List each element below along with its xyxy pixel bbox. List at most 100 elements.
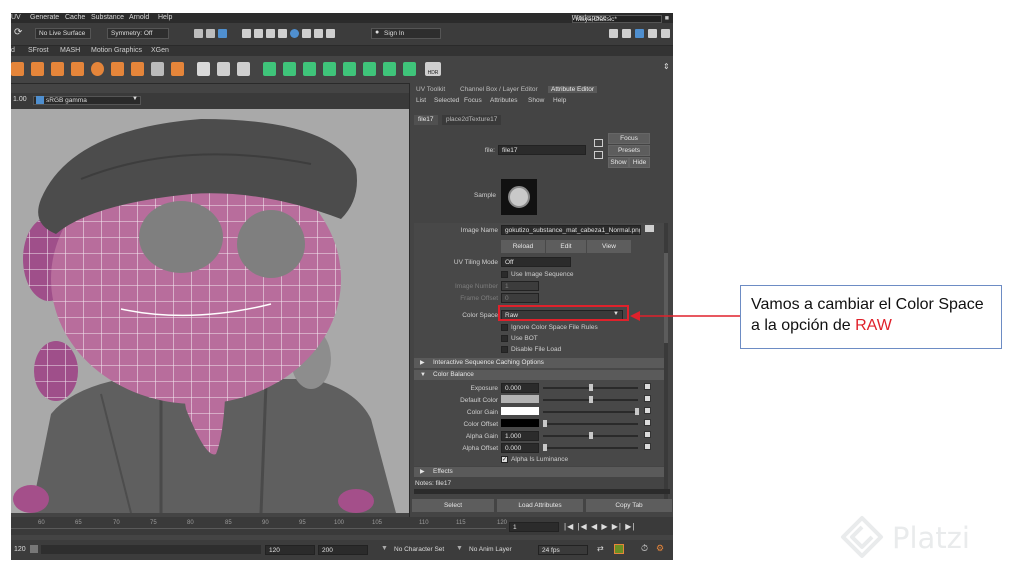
ae-menu-help[interactable]: Help bbox=[553, 97, 566, 104]
anim-end-field[interactable]: 200 bbox=[318, 545, 368, 555]
menu-uv[interactable]: UV bbox=[11, 14, 21, 21]
alpha-offset-field[interactable]: 0.000 bbox=[501, 443, 539, 453]
tab-channel-box[interactable]: Channel Box / Layer Editor bbox=[460, 86, 538, 93]
color-offset-slider[interactable] bbox=[543, 423, 638, 425]
default-color-swatch[interactable] bbox=[501, 395, 539, 403]
exposure-slider-handle[interactable] bbox=[589, 384, 593, 391]
ae-scrollbar-thumb[interactable] bbox=[664, 253, 668, 343]
chevron-down-icon[interactable]: ▼ bbox=[132, 96, 138, 102]
alpha-gain-field[interactable]: 1.000 bbox=[501, 431, 539, 441]
go-to-end-icon[interactable]: ▶| bbox=[625, 522, 635, 531]
shelf-tab-mash[interactable]: MASH bbox=[60, 47, 80, 54]
load-attributes-button[interactable]: Load Attributes bbox=[497, 499, 583, 512]
menu-generate[interactable]: Generate bbox=[30, 14, 59, 21]
ae-menu-attributes[interactable]: Attributes bbox=[490, 97, 517, 104]
shelf-scroll-icon[interactable]: ⇕ bbox=[663, 62, 670, 71]
xgen-density-icon[interactable] bbox=[363, 62, 376, 76]
reload-button[interactable]: Reload bbox=[501, 240, 545, 253]
current-frame-field[interactable]: 1 bbox=[509, 522, 559, 532]
color-offset-slider-handle[interactable] bbox=[543, 420, 547, 427]
alpha-is-luminance-checkbox[interactable]: ✓ bbox=[501, 456, 508, 463]
auto-key-icon[interactable] bbox=[614, 544, 624, 554]
exposure-field[interactable]: 0.000 bbox=[501, 383, 539, 393]
attribute-editor-icon[interactable] bbox=[635, 29, 644, 38]
ae-menu-show[interactable]: Show bbox=[528, 97, 544, 104]
use-image-sequence-checkbox[interactable] bbox=[501, 271, 508, 278]
snap-grid-icon[interactable] bbox=[194, 29, 203, 38]
color-gain-slider-handle[interactable] bbox=[635, 408, 639, 415]
section-caching-options[interactable]: ▶ Interactive Sequence Caching Options bbox=[414, 358, 664, 368]
play-forward-icon[interactable]: ▶ bbox=[601, 522, 608, 531]
render-settings-icon[interactable] bbox=[266, 29, 275, 38]
shelf-tab-motion-graphics[interactable]: Motion Graphics bbox=[91, 47, 142, 54]
time-slider[interactable]: 60 65 70 75 80 85 90 95 100 105 110 115 … bbox=[11, 517, 673, 535]
default-color-slider-handle[interactable] bbox=[589, 396, 593, 403]
character-set-dropdown[interactable]: No Character Set bbox=[394, 546, 444, 553]
xgen-preview-icon[interactable] bbox=[403, 62, 416, 76]
repro-icon[interactable] bbox=[91, 62, 104, 76]
color-offset-map-button[interactable] bbox=[644, 419, 651, 426]
pause-icon[interactable] bbox=[314, 29, 323, 38]
tool-settings-icon[interactable] bbox=[648, 29, 657, 38]
ae-scrollbar[interactable] bbox=[664, 223, 668, 503]
tab-file17[interactable]: file17 bbox=[414, 115, 438, 125]
viewport-exposure[interactable]: 1.00 bbox=[13, 96, 27, 103]
alpha-gain-map-button[interactable] bbox=[644, 431, 651, 438]
lock-icon[interactable]: ■ bbox=[665, 15, 669, 22]
menu-arnold[interactable]: Arnold bbox=[129, 14, 149, 21]
network-icon[interactable] bbox=[71, 62, 84, 76]
hdr-render-icon[interactable]: HDR bbox=[425, 62, 441, 76]
loop-icon[interactable]: ⇄ bbox=[597, 544, 604, 553]
exposure-map-button[interactable] bbox=[644, 383, 651, 390]
modeling-toolkit-icon[interactable] bbox=[609, 29, 618, 38]
playback-speed-icon[interactable]: ⏱ bbox=[641, 543, 648, 554]
output-connection-icon[interactable] bbox=[594, 151, 603, 159]
ignore-rules-checkbox[interactable] bbox=[501, 324, 508, 331]
playback-controls[interactable]: |◀ |◀ ◀ ▶ ▶| ▶| bbox=[564, 522, 635, 531]
preferences-icon[interactable]: ⚙ bbox=[656, 543, 664, 554]
range-start-field[interactable]: 120 bbox=[14, 546, 26, 553]
notes-field[interactable] bbox=[414, 489, 670, 494]
symmetry-dropdown[interactable]: Symmetry: Off bbox=[107, 28, 169, 39]
color-gain-slider[interactable] bbox=[543, 411, 638, 413]
color-offset-swatch[interactable] bbox=[501, 419, 539, 427]
snap-point-icon[interactable] bbox=[218, 29, 227, 38]
sign-in-button[interactable]: Sign In bbox=[371, 28, 441, 39]
range-end-field[interactable]: 120 bbox=[265, 545, 315, 555]
tab-attribute-editor[interactable]: Attribute Editor bbox=[548, 86, 597, 93]
render-icon[interactable] bbox=[242, 29, 251, 38]
color-gain-swatch[interactable] bbox=[501, 407, 539, 415]
image-name-field[interactable]: gokutizo_substance_mat_cabeza1_Normal.pn… bbox=[501, 225, 641, 235]
tab-uv-toolkit[interactable]: UV Toolkit bbox=[416, 86, 445, 93]
step-back-key-icon[interactable]: |◀ bbox=[577, 522, 587, 531]
fps-dropdown[interactable]: 24 fps bbox=[538, 545, 588, 555]
section-effects[interactable]: ▶ Effects bbox=[414, 467, 664, 477]
xgen-modifiers-icon[interactable] bbox=[303, 62, 316, 76]
menu-cache[interactable]: Cache bbox=[65, 14, 85, 21]
edit-button[interactable]: Edit bbox=[546, 240, 586, 253]
xgen-brush-icon[interactable] bbox=[343, 62, 356, 76]
tab-place2dtexture17[interactable]: place2dTexture17 bbox=[442, 115, 502, 125]
shelf-tab-d[interactable]: d bbox=[11, 47, 15, 54]
alpha-gain-slider-handle[interactable] bbox=[589, 432, 593, 439]
cube-tool-icon[interactable] bbox=[11, 62, 24, 76]
live-surface-field[interactable]: No Live Surface bbox=[35, 28, 91, 39]
step-back-icon[interactable]: ◀ bbox=[591, 522, 598, 531]
folder-icon[interactable] bbox=[645, 225, 654, 232]
default-color-map-button[interactable] bbox=[644, 395, 651, 402]
presets-button[interactable]: Presets bbox=[608, 145, 650, 156]
file-name-field[interactable]: file17 bbox=[498, 145, 586, 155]
ae-menu-focus[interactable]: Focus bbox=[464, 97, 482, 104]
sweep-icon[interactable] bbox=[237, 62, 250, 76]
menu-substance[interactable]: Substance bbox=[91, 14, 124, 21]
menu-help[interactable]: Help bbox=[158, 14, 172, 21]
hide-button[interactable]: Hide bbox=[629, 157, 650, 168]
alpha-offset-map-button[interactable] bbox=[644, 443, 651, 450]
viewport[interactable] bbox=[11, 109, 409, 513]
range-track[interactable] bbox=[41, 545, 261, 554]
flight-icon[interactable] bbox=[131, 62, 144, 76]
xgen-guides-icon[interactable] bbox=[283, 62, 296, 76]
ae-menu-selected[interactable]: Selected bbox=[434, 97, 459, 104]
color-gain-map-button[interactable] bbox=[644, 407, 651, 414]
distribute-icon[interactable] bbox=[31, 62, 44, 76]
